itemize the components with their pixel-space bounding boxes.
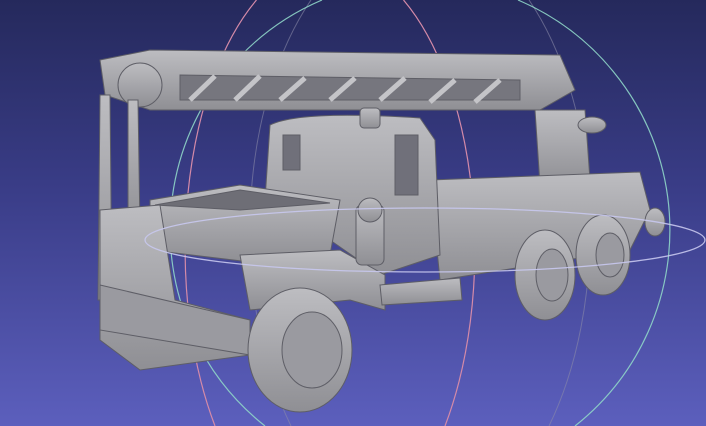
truck-mesh <box>97 49 666 413</box>
boom-pulley <box>117 62 163 108</box>
rear-wheel-2-hub <box>595 232 625 278</box>
cab-beacon <box>359 107 381 129</box>
scene <box>97 0 706 426</box>
3d-viewport[interactable] <box>0 0 706 426</box>
air-tank-cap <box>357 197 383 223</box>
step <box>379 277 463 306</box>
boom-truss <box>179 74 521 101</box>
rear-wheel-1-hub <box>535 248 569 302</box>
front-wheel-hub <box>281 311 343 389</box>
crane-seat <box>577 116 607 134</box>
